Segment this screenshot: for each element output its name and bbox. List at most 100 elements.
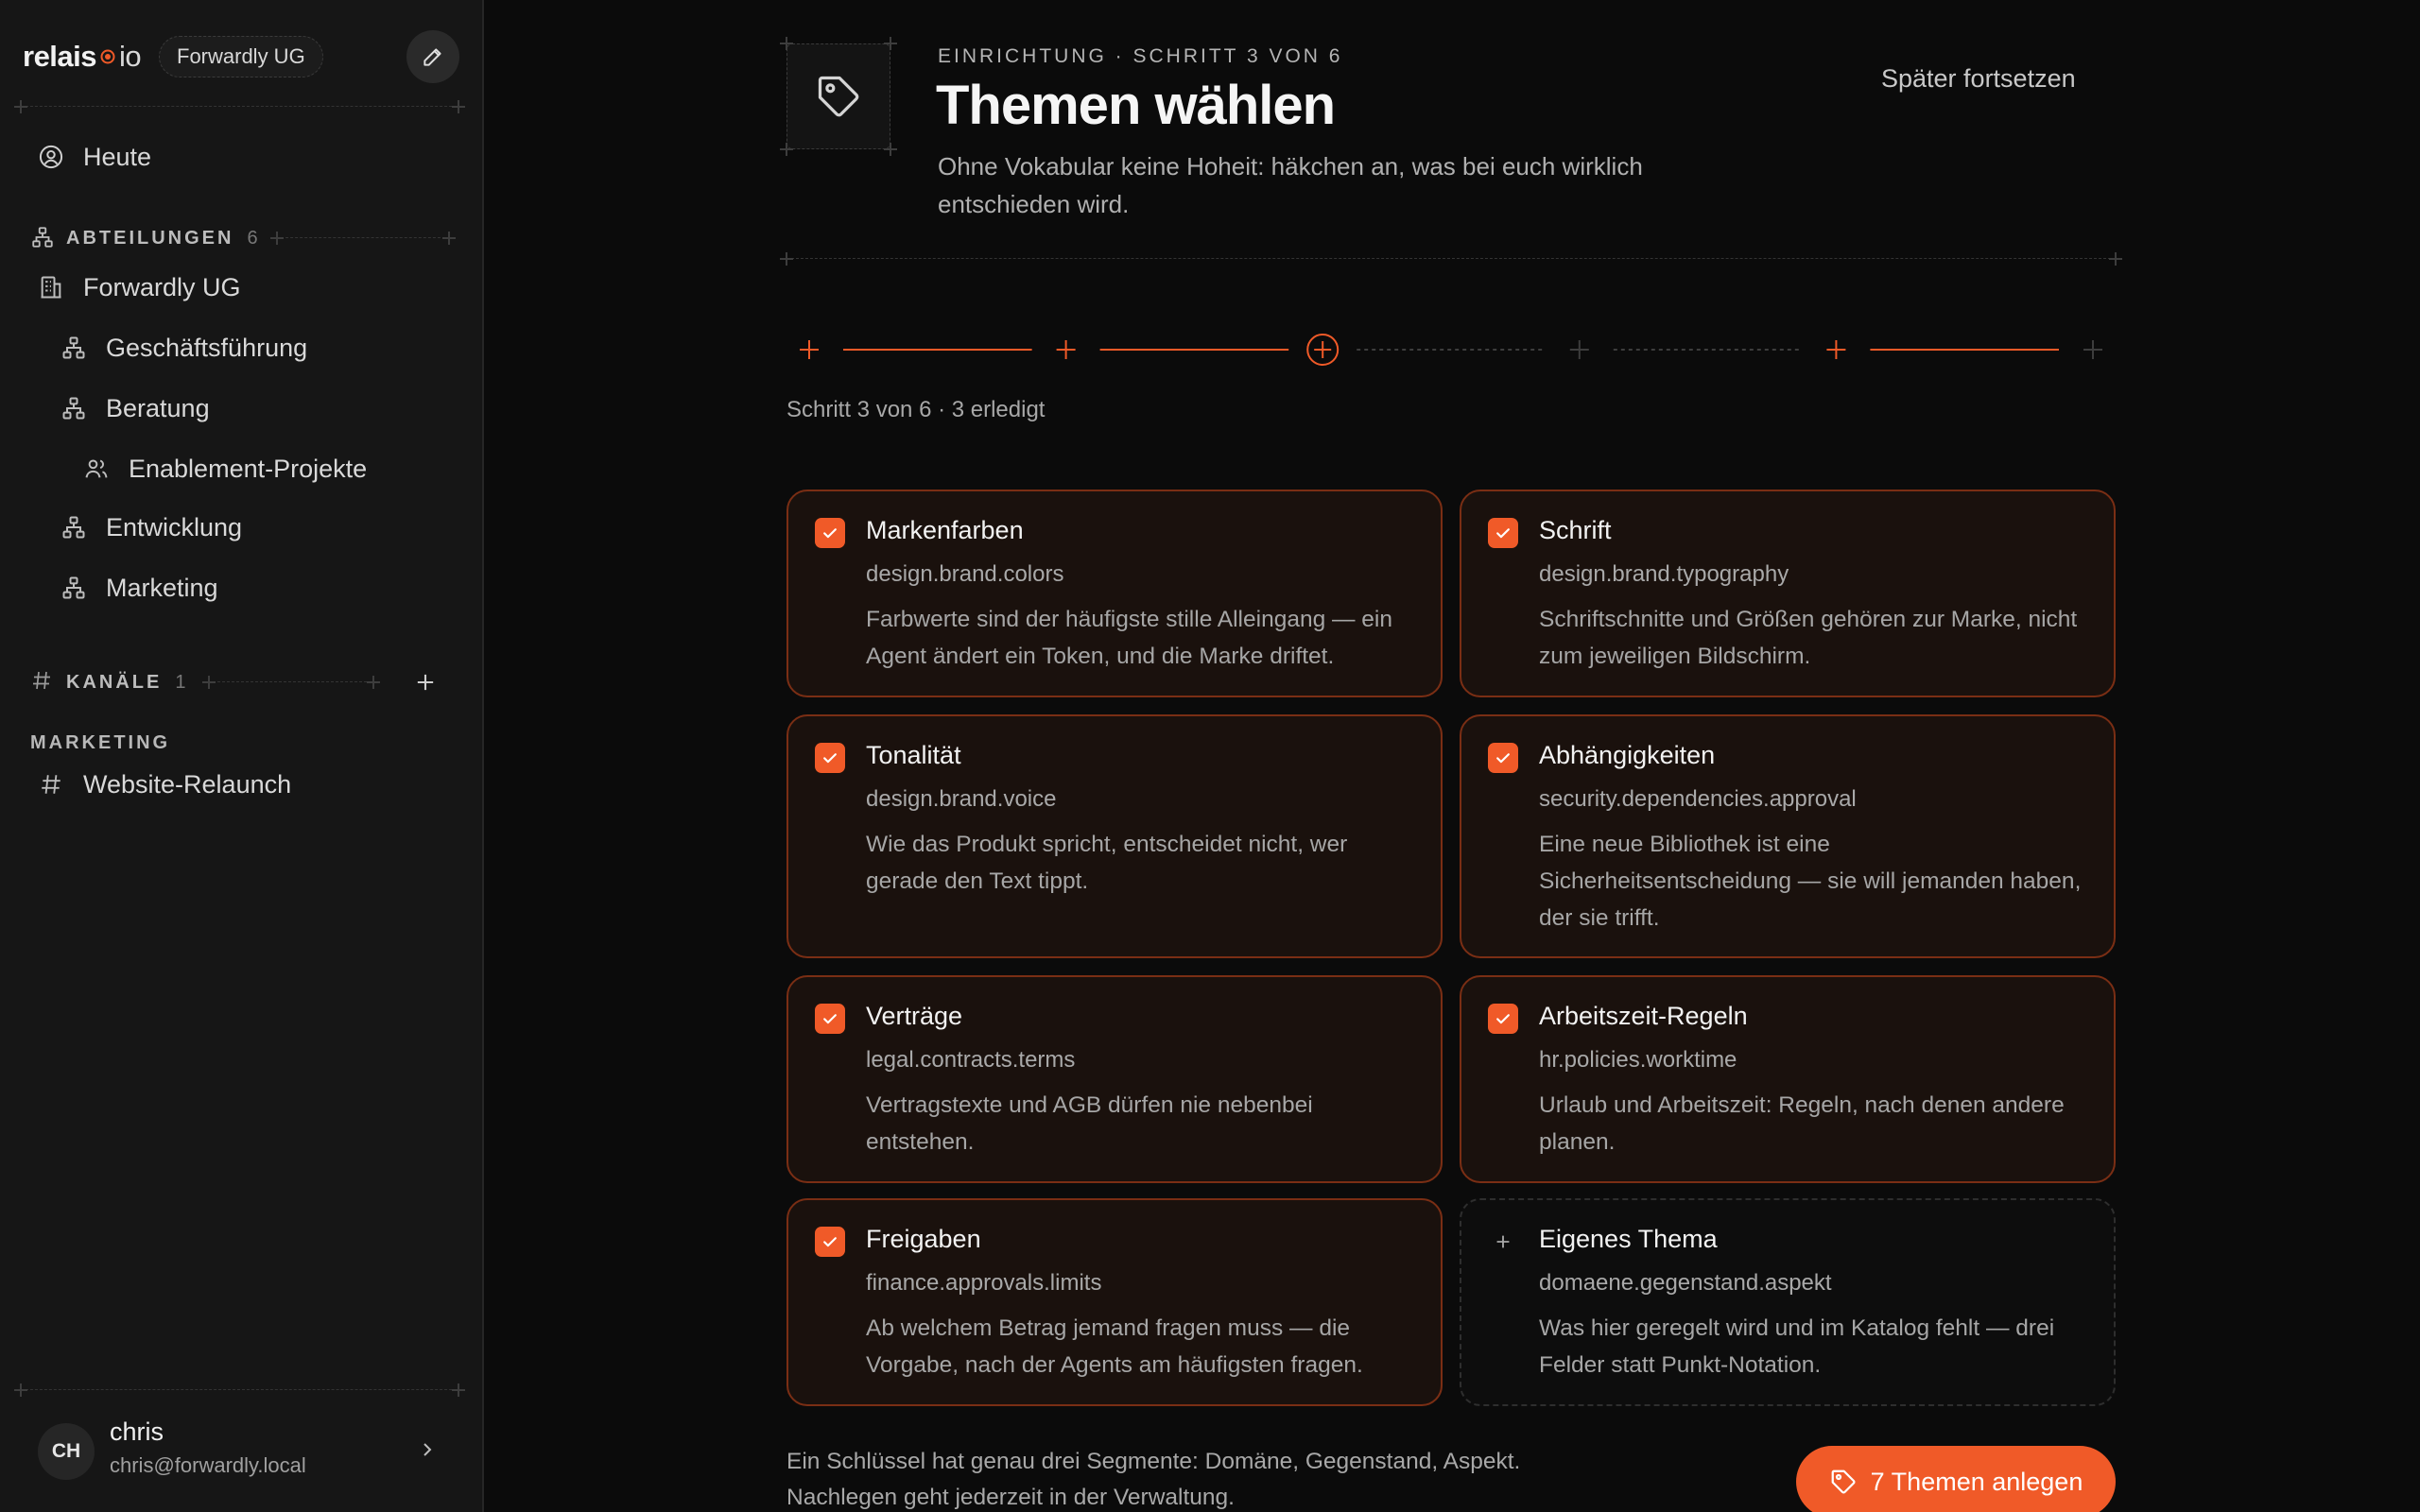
- checkbox-checked[interactable]: [815, 1227, 845, 1257]
- departments-count: 6: [247, 227, 258, 249]
- dept-label: Beratung: [106, 393, 210, 422]
- dept-beratung[interactable]: Beratung: [59, 386, 210, 431]
- corner-mark: [452, 100, 465, 113]
- user-email: chris@forwardly.local: [110, 1453, 306, 1477]
- checkbox-checked[interactable]: [815, 518, 845, 548]
- dept-label: Forwardly UG: [83, 272, 241, 301]
- dept-label: Entwicklung: [106, 512, 243, 541]
- topic-card[interactable]: Abhängigkeiten security.dependencies.app…: [1460, 714, 2116, 958]
- add-channel-button[interactable]: [412, 669, 439, 696]
- stepper-step-2: [1056, 340, 1076, 359]
- building-icon: [36, 272, 66, 302]
- topic-title: Markenfarben: [866, 516, 1024, 544]
- hash-icon: [30, 669, 57, 696]
- topic-card[interactable]: Arbeitszeit-Regeln hr.policies.worktime …: [1460, 975, 2116, 1183]
- dept-marketing[interactable]: Marketing: [59, 565, 218, 610]
- org-chart-icon: [30, 225, 57, 251]
- topic-description: Eine neue Bibliothek ist eine Sicherheit…: [1539, 832, 2082, 931]
- hash-icon: [36, 769, 66, 799]
- topic-card[interactable]: Freigaben finance.approvals.limits Ab we…: [786, 1198, 1443, 1406]
- departments-header: ABTEILUNGEN 6: [30, 223, 258, 253]
- topic-title: Freigaben: [866, 1225, 981, 1253]
- custom-topic-card[interactable]: Eigenes Thema domaene.gegenstand.aspekt …: [1460, 1198, 2116, 1406]
- avatar[interactable]: CH: [38, 1423, 95, 1480]
- check-icon: [1496, 528, 1510, 539]
- plus-icon: [417, 674, 434, 691]
- user-name[interactable]: chris: [110, 1418, 164, 1447]
- compose-button[interactable]: [406, 30, 459, 83]
- topic-key: security.dependencies.approval: [1539, 786, 1857, 812]
- topic-card[interactable]: Schrift design.brand.typography Schrifts…: [1460, 490, 2116, 697]
- divider: [208, 681, 376, 682]
- dept-geschaeftsfuehrung[interactable]: Geschäftsführung: [59, 325, 307, 370]
- topic-title: Arbeitszeit-Regeln: [1539, 1002, 1748, 1030]
- page-subtitle: Ohne Vokabular keine Hoheit: häkchen an,…: [938, 152, 1643, 218]
- org-chart-icon: [59, 512, 89, 542]
- org-chart-icon: [59, 573, 89, 603]
- add-custom-topic-button[interactable]: [1488, 1227, 1518, 1257]
- logo-text: relais: [23, 40, 97, 73]
- divider: [21, 106, 461, 107]
- dept-forwardly-ug[interactable]: Forwardly UG: [36, 265, 241, 310]
- dept-enablement-projekte[interactable]: Enablement-Projekte: [81, 446, 367, 491]
- checkbox-checked[interactable]: [1488, 1004, 1518, 1034]
- pencil-icon: [424, 48, 441, 66]
- checkbox-checked[interactable]: [1488, 518, 1518, 548]
- org-chart-icon: [59, 393, 89, 423]
- topic-card[interactable]: Tonalität design.brand.voice Wie das Pro…: [786, 714, 1443, 958]
- topic-description: Was hier geregelt wird und im Katalog fe…: [1539, 1315, 2055, 1378]
- check-icon: [823, 528, 837, 539]
- channel-group-label: MARKETING: [30, 731, 171, 753]
- topic-description: Ab welchem Betrag jemand fragen muss — d…: [866, 1315, 1363, 1378]
- nav-today[interactable]: Heute: [36, 134, 151, 180]
- topic-description: Vertragstexte und AGB dürfen nie nebenbe…: [866, 1092, 1313, 1155]
- topic-key: design.brand.voice: [866, 786, 1057, 812]
- logo-dot-icon: [99, 48, 116, 65]
- step-eyebrow: EINRICHTUNG · SCHRITT 3 VON 6: [938, 45, 1343, 67]
- checkbox-checked[interactable]: [815, 1004, 845, 1034]
- channel-website-relaunch[interactable]: Website-Relaunch: [36, 762, 291, 807]
- app-logo[interactable]: relais io: [23, 38, 142, 76]
- user-circle-icon: [36, 142, 66, 172]
- corner-mark: [780, 252, 793, 266]
- check-icon: [823, 753, 837, 764]
- page-title: Themen wählen: [936, 75, 1336, 136]
- topic-title: Tonalität: [866, 741, 961, 769]
- stepper-step-1: [800, 340, 819, 359]
- corner-mark: [884, 143, 897, 156]
- org-chart-icon: [59, 333, 89, 363]
- check-icon: [823, 1237, 837, 1247]
- checkbox-checked[interactable]: [815, 743, 845, 773]
- topic-card[interactable]: Markenfarben design.brand.colors Farbwer…: [786, 490, 1443, 697]
- stepper-step-6: [2083, 340, 2102, 359]
- org-badge[interactable]: Forwardly UG: [159, 36, 323, 77]
- stepper-step-5: [1826, 340, 1846, 359]
- create-topics-label: 7 Themen anlegen: [1870, 1467, 2083, 1496]
- topic-description: Urlaub und Arbeitszeit: Regeln, nach den…: [1539, 1092, 2065, 1155]
- step-icon-box: [786, 43, 890, 149]
- corner-mark: [2109, 252, 2122, 266]
- topic-key: legal.contracts.terms: [866, 1047, 1076, 1073]
- chevron-right-icon[interactable]: [416, 1438, 439, 1461]
- dept-label: Enablement-Projekte: [129, 454, 368, 483]
- dept-label: Marketing: [106, 573, 218, 602]
- nav-today-label: Heute: [83, 142, 152, 171]
- divider: [21, 1389, 461, 1390]
- create-topics-button[interactable]: 7 Themen anlegen: [1796, 1446, 2116, 1512]
- channels-count: 1: [175, 671, 186, 693]
- topic-key: design.brand.colors: [866, 561, 1064, 587]
- topic-key: finance.approvals.limits: [866, 1270, 1102, 1296]
- topic-description: Wie das Produkt spricht, entscheidet nic…: [866, 832, 1348, 894]
- checkbox-checked[interactable]: [1488, 743, 1518, 773]
- corner-mark: [14, 1383, 27, 1397]
- continue-later-link[interactable]: Später fortsetzen: [1881, 64, 2076, 94]
- dept-entwicklung[interactable]: Entwicklung: [59, 505, 242, 550]
- topic-description: Farbwerte sind der häufigste stille Alle…: [866, 607, 1393, 669]
- topic-card[interactable]: Verträge legal.contracts.terms Vertragst…: [786, 975, 1443, 1183]
- check-icon: [823, 1014, 837, 1024]
- channels-header: KANÄLE 1: [30, 667, 185, 697]
- channels-title: KANÄLE: [66, 671, 163, 693]
- tag-icon: [818, 76, 859, 117]
- key-format-note: Ein Schlüssel hat genau drei Segmente: D…: [786, 1449, 1521, 1510]
- people-icon: [81, 454, 112, 484]
